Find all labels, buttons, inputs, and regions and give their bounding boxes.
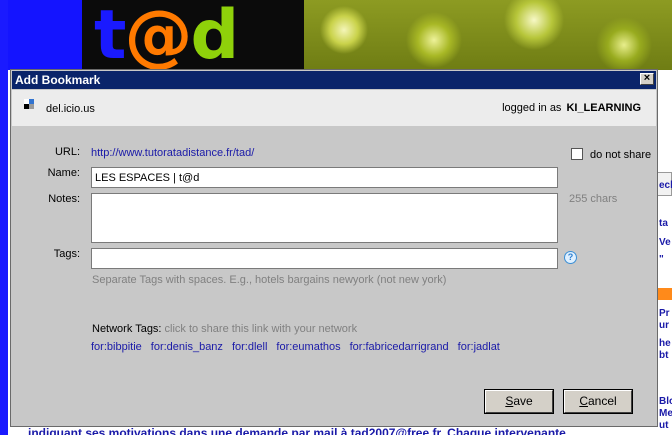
login-user: KI_LEARNING [566,102,641,114]
right-column-text: ta [659,218,668,229]
dialog-title: Add Bookmark [15,73,101,87]
network-tag-link[interactable]: for:jadlat [458,341,500,353]
tags-input[interactable] [91,248,558,269]
notes-label: Notes: [48,193,80,205]
tags-label: Tags: [53,248,80,260]
header-photo [304,0,672,70]
name-label: Name: [47,167,80,179]
dialog-titlebar[interactable]: Add Bookmark × [12,71,656,89]
page-right-column [657,70,672,435]
network-tag-link[interactable]: for:denis_banz [151,341,223,353]
right-column-tab[interactable] [657,288,672,300]
url-value: http://www.tutoratadistance.fr/tad/ [91,147,255,159]
dialog-header: del.icio.us logged in as KI_LEARNING [12,90,656,126]
page-body-text: indiquant ses motivations dans une deman… [28,426,566,435]
site-name: del.icio.us [46,103,95,115]
tags-hint: Separate Tags with spaces. E.g., hotels … [92,274,447,286]
name-input[interactable]: LES ESPACES | t@d [91,167,558,188]
left-strip [0,0,8,435]
site-logo-block: t@d [82,0,304,70]
network-tag-link[interactable]: for:fabricedarrigrand [350,341,449,353]
right-column-text: Ve [659,237,671,248]
do-not-share-label: do not share [590,149,652,161]
network-tag-link[interactable]: for:dlell [232,341,267,353]
url-label: URL: [54,146,80,158]
network-tags-row: Network Tags: click to share this link wi… [92,323,357,335]
right-column-text: Pr [659,308,670,319]
network-tag-link[interactable]: for:bibpitie [91,341,142,353]
right-column-text: ech [659,180,672,191]
login-status: logged in as KI_LEARNING [502,102,641,114]
network-tag-link[interactable]: for:eumathos [276,341,340,353]
login-prefix: logged in as [502,102,562,114]
add-bookmark-dialog: Add Bookmark × del.icio.us logged in as K… [10,69,658,427]
help-icon[interactable]: ? [564,251,577,264]
right-column-text: bt [659,350,669,361]
network-tags-list: for:bibpitie for:denis_banz for:dlell for:e… [91,341,509,353]
right-column-text: he [659,338,671,349]
right-column-text: ut [659,420,669,431]
cancel-button[interactable]: Cancel [563,389,633,414]
close-button[interactable]: × [640,73,654,85]
notes-textarea[interactable] [91,193,558,243]
right-column-text: ur [659,320,669,331]
right-column-text: Me [659,408,672,419]
network-tags-label: Network Tags: [92,323,162,335]
do-not-share-checkbox[interactable] [571,148,583,160]
right-column-text: " [659,254,664,265]
save-button[interactable]: Save [484,389,554,414]
right-column-text: Blo [659,396,672,407]
chars-counter: 255 chars [569,193,618,205]
header-blue-block [8,0,88,70]
site-logo: t@d [94,0,239,70]
network-tags-hint: click to share this link with your netwo… [164,323,358,335]
